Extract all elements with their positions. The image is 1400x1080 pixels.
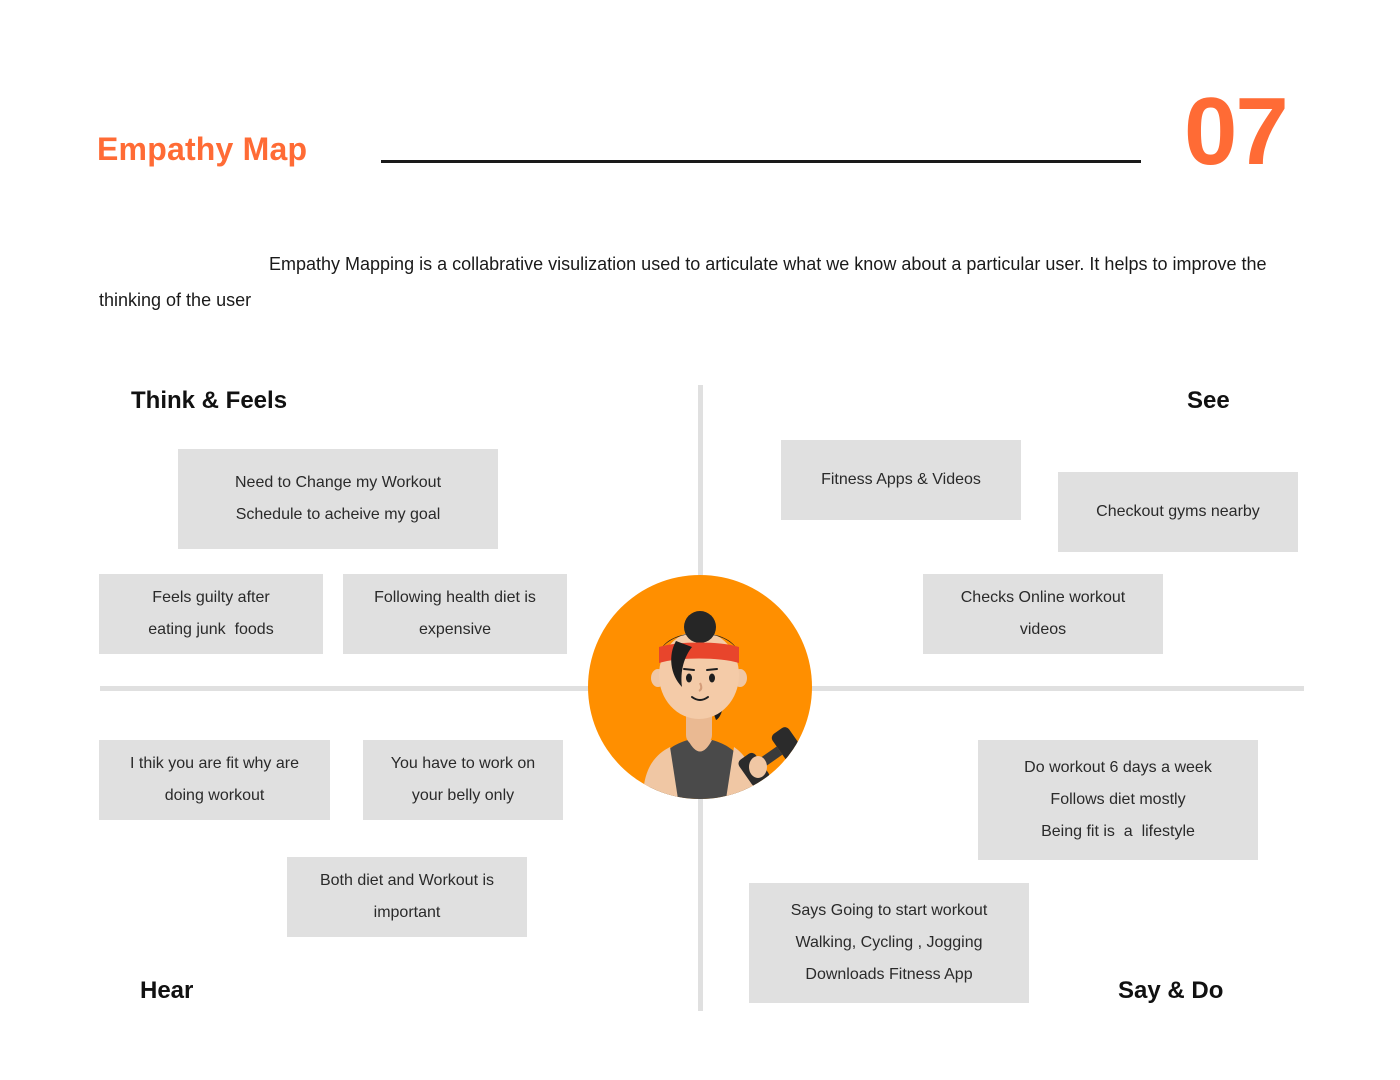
- quadrant-label-hear: Hear: [140, 977, 194, 1004]
- note-line: Checkout gyms nearby: [1096, 503, 1260, 520]
- note-line: Both diet and Workout is: [319, 872, 495, 889]
- note-see: Checkout gyms nearby: [1058, 472, 1298, 552]
- note-line: eating junk foods: [148, 621, 274, 638]
- note-line: Following health diet is: [374, 589, 536, 606]
- note-line: doing workout: [164, 787, 265, 804]
- note-see: Checks Online workout videos: [923, 574, 1163, 654]
- note-think-feels: Feels guilty after eating junk foods: [99, 574, 323, 654]
- note-hear: You have to work on your belly only: [363, 740, 563, 820]
- user-avatar: [588, 575, 812, 799]
- note-say-do: Do workout 6 days a week Follows diet mo…: [978, 740, 1258, 860]
- note-line: Fitness Apps & Videos: [821, 471, 981, 488]
- note-line: your belly only: [411, 787, 515, 804]
- quadrant-label-say-do: Say & Do: [1118, 977, 1224, 1004]
- note-line: Says Going to start workout: [790, 902, 988, 919]
- intro-paragraph: Empathy Mapping is a collabrative visuli…: [99, 254, 1267, 310]
- note-think-feels: Following health diet is expensive: [343, 574, 567, 654]
- page-number: 07: [1184, 78, 1289, 185]
- note-say-do: Says Going to start workout Walking, Cyc…: [749, 883, 1029, 1003]
- quadrant-label-think-feels: Think & Feels: [131, 387, 288, 414]
- quadrant-label-see: See: [1187, 387, 1230, 414]
- note-line: Downloads Fitness App: [805, 966, 973, 983]
- note-line: videos: [1019, 621, 1067, 638]
- note-hear: I thik you are fit why are doing workout: [99, 740, 330, 820]
- note-line: Schedule to acheive my goal: [235, 506, 441, 523]
- note-line: Checks Online workout: [960, 589, 1126, 606]
- note-line: Need to Change my Workout: [234, 474, 442, 491]
- title-divider: [381, 160, 1141, 163]
- note-line: Being fit is a lifestyle: [1041, 823, 1195, 840]
- note-line: I thik you are fit why are: [130, 755, 299, 772]
- note-line: Follows diet mostly: [1050, 791, 1186, 808]
- note-line: important: [373, 904, 441, 921]
- note-line: Feels guilty after: [152, 589, 270, 606]
- note-line: Do workout 6 days a week: [1024, 759, 1212, 776]
- note-hear: Both diet and Workout is important: [287, 857, 527, 937]
- note-line: expensive: [418, 621, 492, 638]
- note-line: You have to work on: [390, 755, 536, 772]
- fitness-woman-icon: [643, 611, 803, 799]
- note-see: Fitness Apps & Videos: [781, 440, 1021, 520]
- note-think-feels: Need to Change my Workout Schedule to ac…: [178, 449, 498, 549]
- page-title: Empathy Map: [97, 131, 308, 167]
- note-line: Walking, Cycling , Jogging: [795, 934, 983, 951]
